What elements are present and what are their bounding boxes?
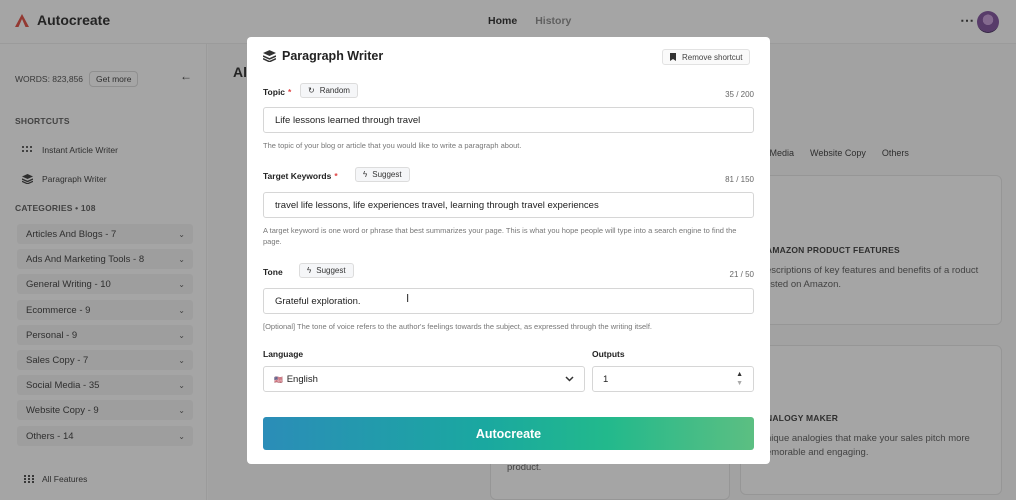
refresh-icon: ↻ xyxy=(308,86,315,95)
topic-input[interactable] xyxy=(263,107,754,133)
language-label: Language xyxy=(263,349,304,359)
required-marker: * xyxy=(288,87,292,97)
random-button[interactable]: ↻ Random xyxy=(300,83,358,98)
outputs-value: 1 xyxy=(603,373,609,385)
bolt-icon: ϟ xyxy=(307,266,312,275)
language-select[interactable]: 🇺🇸 English xyxy=(263,366,585,392)
bookmark-icon xyxy=(670,53,676,61)
remove-shortcut-label: Remove shortcut xyxy=(682,52,743,62)
bolt-icon: ϟ xyxy=(363,170,368,179)
tone-help-text: [Optional] The tone of voice refers to t… xyxy=(263,322,653,331)
layers-icon xyxy=(263,50,276,62)
keywords-char-counter: 81 / 150 xyxy=(725,175,754,184)
outputs-label: Outputs xyxy=(592,349,625,359)
keywords-input[interactable] xyxy=(263,192,754,218)
topic-help-text: The topic of your blog or article that y… xyxy=(263,141,522,150)
suggest-label: Suggest xyxy=(316,266,346,275)
us-flag-icon: 🇺🇸 xyxy=(274,376,283,384)
modal-header: Paragraph Writer xyxy=(263,49,383,63)
keywords-help-text: A target keyword is one word or phrase t… xyxy=(263,226,737,246)
topic-label-text: Topic xyxy=(263,87,286,97)
increment-icon[interactable]: ▲ xyxy=(736,370,743,379)
language-value: English xyxy=(286,373,318,385)
topic-char-counter: 35 / 200 xyxy=(725,90,754,99)
autocreate-button[interactable]: Autocreate xyxy=(263,417,754,450)
suggest-label: Suggest xyxy=(372,170,402,179)
suggest-tone-button[interactable]: ϟ Suggest xyxy=(299,263,354,278)
outputs-stepper[interactable]: 1 ▲ ▼ xyxy=(592,366,754,392)
chevron-down-icon xyxy=(565,376,574,382)
suggest-keywords-button[interactable]: ϟ Suggest xyxy=(355,167,410,182)
tone-char-counter: 21 / 50 xyxy=(729,270,754,279)
modal-title: Paragraph Writer xyxy=(282,49,384,63)
paragraph-writer-modal: Paragraph Writer Remove shortcut Topic * … xyxy=(247,37,770,464)
decrement-icon[interactable]: ▼ xyxy=(736,379,743,388)
keywords-label-text: Target Keywords xyxy=(263,171,332,181)
keywords-label: Target Keywords * xyxy=(263,171,338,181)
tone-label-text: Tone xyxy=(263,267,283,277)
language-value-wrap: 🇺🇸 English xyxy=(274,374,318,385)
required-marker: * xyxy=(334,171,338,181)
stepper-arrows: ▲ ▼ xyxy=(736,370,743,388)
remove-shortcut-button[interactable]: Remove shortcut xyxy=(662,49,751,65)
random-label: Random xyxy=(319,86,350,95)
tone-input[interactable] xyxy=(263,288,754,314)
topic-label: Topic * xyxy=(263,87,291,97)
text-cursor-icon: I xyxy=(406,292,410,305)
tone-label: Tone xyxy=(263,267,283,277)
